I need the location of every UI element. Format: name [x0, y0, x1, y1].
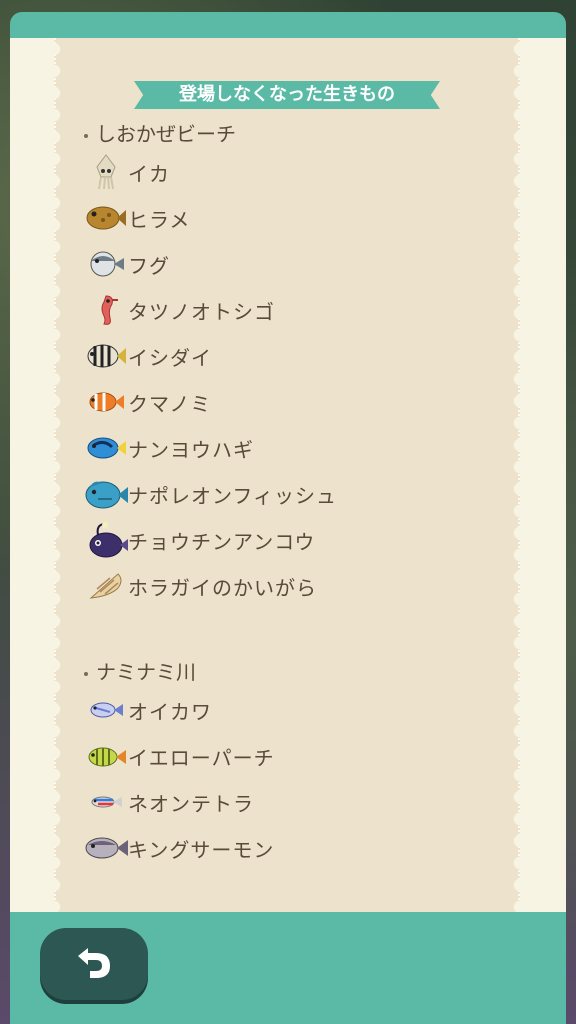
creature-name: ナンヨウハギ — [128, 437, 254, 462]
creature-name: イシダイ — [128, 345, 212, 370]
list-item: チョウチンアンコウ — [84, 520, 504, 560]
triton-shell-icon — [84, 566, 128, 606]
squid-icon — [84, 152, 128, 192]
list-item: イエローパーチ — [84, 736, 504, 776]
list-item: ホラガイのかいがら — [84, 566, 504, 606]
creature-name: ホラガイのかいがら — [128, 575, 317, 600]
list-item: ネオンテトラ — [84, 782, 504, 822]
creature-name: クマノミ — [128, 391, 212, 416]
flounder-icon — [84, 198, 128, 238]
section-title-beach: しおかぜビーチ — [84, 118, 236, 147]
yellow-perch-icon — [84, 736, 128, 776]
list-item: オイカワ — [84, 690, 504, 730]
pufferfish-icon — [84, 244, 128, 284]
creature-name: ヒラメ — [128, 207, 191, 232]
list-item: ナンヨウハギ — [84, 428, 504, 468]
creature-name: ナポレオンフィッシュ — [128, 483, 337, 508]
king-salmon-icon — [84, 828, 128, 868]
list-item: ナポレオンフィッシュ — [84, 474, 504, 514]
section-title-label: しおかぜビーチ — [96, 122, 236, 146]
blue-tang-icon — [84, 428, 128, 468]
back-arrow-icon — [78, 948, 110, 978]
neon-tetra-icon — [84, 782, 128, 822]
pale-chub-icon — [84, 690, 128, 730]
creature-name: キングサーモン — [128, 837, 275, 862]
anglerfish-icon — [84, 520, 128, 560]
list-item: イシダイ — [84, 336, 504, 376]
bullet-dot — [84, 133, 88, 138]
list-item: タツノオトシゴ — [84, 290, 504, 330]
creature-name: ネオンテトラ — [128, 791, 254, 816]
list-item: イカ — [84, 152, 504, 192]
scallop-right-edge — [508, 38, 520, 912]
list-item: キングサーモン — [84, 828, 504, 868]
section-title-label: ナミナミ川 — [96, 660, 196, 684]
creature-name: オイカワ — [128, 699, 212, 724]
creature-name: タツノオトシゴ — [128, 299, 275, 324]
creature-name: フグ — [128, 253, 170, 278]
bullet-dot — [84, 671, 88, 676]
napoleonfish-icon — [84, 474, 128, 514]
creature-name: チョウチンアンコウ — [128, 529, 316, 554]
back-button[interactable] — [40, 928, 148, 1000]
list-item: クマノミ — [84, 382, 504, 422]
scallop-left-edge — [54, 38, 66, 912]
striped-beakfish-icon — [84, 336, 128, 376]
creature-name: イカ — [128, 161, 170, 186]
page-title-banner: 登場しなくなった生きもの — [134, 81, 440, 109]
panel-top-bar — [10, 12, 566, 38]
list-item: ヒラメ — [84, 198, 504, 238]
clownfish-icon — [84, 382, 128, 422]
section-title-river: ナミナミ川 — [84, 656, 196, 685]
creature-name: イエローパーチ — [128, 745, 275, 770]
seahorse-icon — [84, 290, 128, 330]
list-item: フグ — [84, 244, 504, 284]
